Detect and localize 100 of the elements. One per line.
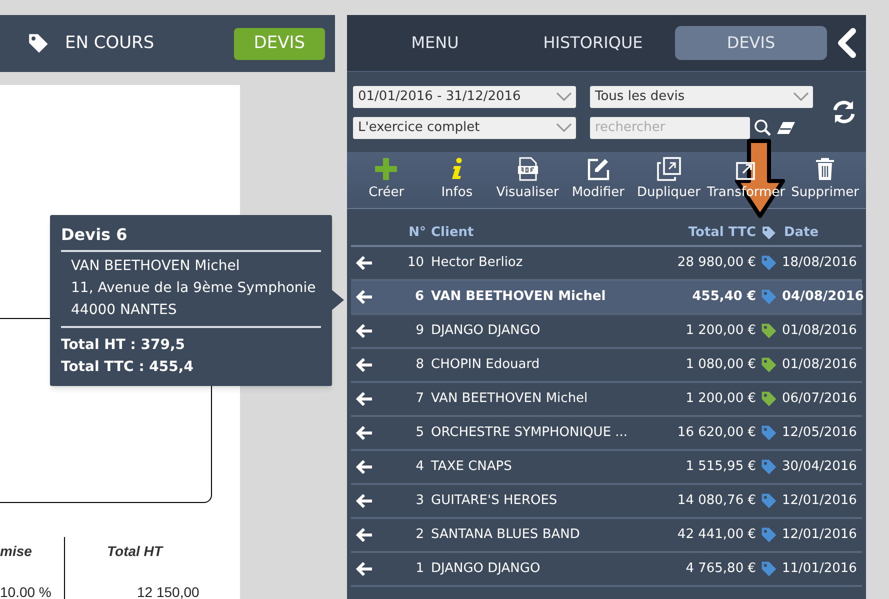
status-label: EN COURS [65, 32, 154, 55]
left-arrow-icon[interactable] [355, 527, 373, 543]
column-header: Total TTC [687, 224, 756, 242]
toolbar-button[interactable]: Créer [351, 153, 422, 207]
total-line: Total HT : 379,5 [61, 336, 186, 355]
table-cell-text: VAN BEETHOVEN Michel [431, 288, 607, 306]
dropdown[interactable]: L'exercice complet [353, 116, 576, 138]
table-cell-text: 01/08/2016 [782, 322, 858, 340]
address-line: 11, Avenue de la 9ème Symphonie [71, 279, 317, 298]
table-cell-text: 28 980,00 € [676, 254, 756, 272]
column-header: Client [431, 224, 475, 242]
table-cell-text: 16 620,00 € [676, 424, 756, 442]
table-cell-text: 30/04/2016 [782, 458, 858, 476]
table-row[interactable]: 7 VAN BEETHOVEN Michel 1 200,00 € 06/07/2016 [351, 383, 862, 417]
duplicate-icon [656, 157, 681, 182]
left-arrow-icon[interactable] [355, 255, 373, 271]
address-line: 44000 NANTES [71, 301, 178, 320]
tag-icon [28, 32, 50, 54]
table-cell-text: 1 080,00 € [684, 356, 756, 374]
table-cell-text: 4 765,80 € [684, 560, 756, 578]
table-row[interactable]: 3 GUITARE'S HEROES 14 080,76 € 12/01/2016 [351, 485, 862, 519]
left-arrow-icon[interactable] [355, 357, 373, 373]
table-cell-text: 1 515,95 € [684, 458, 756, 476]
tab[interactable]: DEVIS [675, 26, 827, 60]
tag-icon [761, 225, 777, 241]
table-cell-text: 12/01/2016 [782, 492, 858, 510]
tab[interactable]: HISTORIQUE [517, 26, 669, 60]
left-arrow-icon[interactable] [355, 561, 373, 577]
table-cell-text: 1 [414, 560, 425, 578]
table-cell-text: 14 080,76 € [676, 492, 756, 510]
refresh-icon[interactable] [831, 99, 857, 125]
left-arrow-icon[interactable] [355, 493, 373, 509]
table-cell-text: 8 [414, 356, 425, 374]
table-cell-text: 01/08/2016 [782, 356, 858, 374]
table-cell-text: 4 [414, 458, 425, 476]
chevron-icon [556, 122, 572, 132]
search-field[interactable]: rechercher [590, 116, 750, 138]
toolbar-button[interactable]: Visualiser [492, 153, 563, 207]
left-arrow-icon[interactable] [355, 459, 373, 475]
table-cell-text: 9 [414, 322, 425, 340]
table-row[interactable]: 8 CHOPIN Edouard 1 080,00 € 01/08/2016 [351, 349, 862, 383]
column-header: mise [0, 542, 32, 561]
left-arrow-icon[interactable] [355, 391, 373, 407]
toolbar-button[interactable]: Infos [422, 153, 492, 207]
table-cell-text: 7 [414, 390, 425, 408]
table-cell-text: 06/07/2016 [782, 390, 858, 408]
table-cell-text: 12/01/2016 [782, 526, 858, 544]
back-icon[interactable] [836, 28, 858, 58]
table-row[interactable]: 2 SANTANA BLUES BAND 42 441,00 € 12/01/2016 [351, 519, 862, 553]
table-row[interactable]: 9 DJANGO DJANGO 1 200,00 € 01/08/2016 [351, 315, 862, 349]
table-cell-text: 11/01/2016 [782, 560, 858, 578]
toolbar-button[interactable]: Dupliquer [633, 153, 704, 207]
table-cell-text: GUITARE'S HEROES [431, 492, 558, 510]
column-header: N° [408, 224, 427, 242]
dropdown[interactable]: 01/01/2016 - 31/12/2016 [353, 86, 576, 108]
table-cell-text: 455,40 € [691, 288, 756, 306]
table-cell-text: 10 [406, 254, 425, 272]
table-row[interactable]: 6 VAN BEETHOVEN Michel 455,40 € 04/08/2016 [351, 281, 862, 315]
table-cell-text: 1 200,00 € [684, 322, 756, 340]
table-cell-text: TAXE CNAPS [431, 458, 513, 476]
table-cell-text: 12/05/2016 [782, 424, 858, 442]
left-arrow-icon[interactable] [355, 425, 373, 441]
table-cell-text: DJANGO DJANGO [431, 560, 542, 578]
total-line: Total TTC : 455,4 [61, 358, 194, 377]
tab[interactable]: MENU [359, 26, 511, 60]
pdf-icon [516, 157, 540, 182]
table-cell-text: ORCHESTRE SYMPHONIQUE ... [431, 424, 629, 442]
edit-icon [586, 157, 610, 182]
left-arrow-icon[interactable] [355, 289, 373, 305]
table-cell-text: 12 150,00 [137, 583, 200, 599]
table-cell-text: 18/08/2016 [782, 254, 858, 272]
column-header: Date [783, 224, 820, 242]
toolbar-button[interactable]: Supprimer [788, 153, 862, 207]
chevron-icon [556, 92, 572, 102]
table-cell-text: 2 [414, 526, 425, 544]
left-arrow-icon[interactable] [355, 323, 373, 339]
eraser-icon[interactable] [776, 120, 796, 134]
table-cell-text: 6 [414, 288, 425, 306]
plus-icon [374, 157, 398, 182]
table-cell-text: 3 [414, 492, 425, 510]
table-row[interactable]: 1 DJANGO DJANGO 4 765,80 € 11/01/2016 [351, 553, 862, 587]
table-cell-text: CHOPIN Edouard [431, 356, 541, 374]
table-row[interactable]: 5 ORCHESTRE SYMPHONIQUE ... 16 620,00 € 12/05/2016 [351, 417, 862, 451]
table-cell-text: VAN BEETHOVEN Michel [431, 390, 589, 408]
chevron-icon [793, 92, 809, 102]
table-cell-text: 04/08/2016 [782, 288, 862, 306]
dropdown[interactable]: Tous les devis [590, 86, 813, 108]
table-cell-text: 42 441,00 € [676, 526, 756, 544]
table-cell-text: 1 200,00 € [684, 390, 756, 408]
table-cell-text: 10.00 % [0, 583, 52, 599]
table-cell-text: DJANGO DJANGO [431, 322, 542, 340]
search-icon[interactable] [754, 118, 772, 136]
table-cell-text: Hector Berlioz [431, 254, 524, 272]
address-line: VAN BEETHOVEN Michel [71, 257, 241, 276]
column-header: Total HT [107, 542, 162, 561]
table-row[interactable]: 4 TAXE CNAPS 1 515,95 € 30/04/2016 [351, 451, 862, 485]
toolbar-button[interactable]: Modifier [562, 153, 634, 207]
table-cell-text: SANTANA BLUES BAND [431, 526, 581, 544]
tooltip-title: Devis 6 [61, 223, 321, 252]
table-cell-text: 5 [414, 424, 425, 442]
